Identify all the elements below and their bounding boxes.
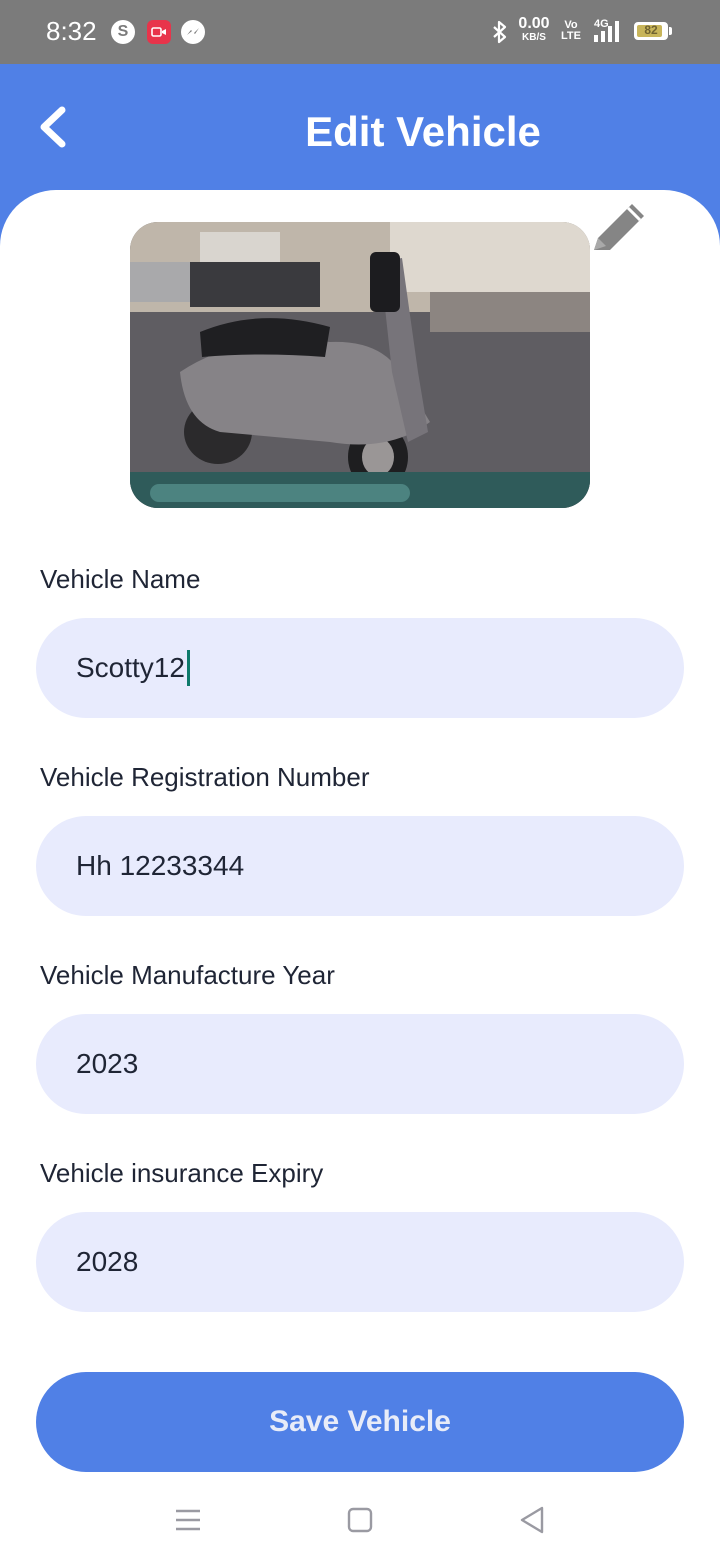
registration-number-label: Vehicle Registration Number [40,762,370,792]
status-time: 8:32 [46,16,97,46]
save-vehicle-button[interactable]: Save Vehicle [36,1372,684,1472]
page-title: Edit Vehicle [305,108,541,155]
text-cursor [187,650,190,686]
signal-icon: 4G [592,18,628,49]
vehicle-photo-image [130,222,590,508]
pencil-icon [594,204,644,250]
network-speed-unit: KB/S [522,32,546,43]
vehicle-name-input[interactable] [36,618,684,718]
network-type: 4G [594,18,609,30]
insurance-expiry-label: Vehicle insurance Expiry [40,1158,324,1188]
status-bar: 8:32 S 0.00 KB/S Vo LTE 4G 82 [0,0,720,64]
battery-level: 82 [644,23,658,37]
network-speed: 0.00 KB/S [516,16,552,43]
skype-icon: S [111,20,135,44]
screen-recorder-icon [147,20,171,44]
registration-number-input[interactable] [36,816,684,916]
manufacture-year-label: Vehicle Manufacture Year [40,960,335,990]
insurance-expiry-input[interactable] [36,1212,684,1312]
vehicle-name-label: Vehicle Name [40,564,201,594]
menu-icon[interactable] [168,1500,208,1540]
battery-nub [669,27,672,35]
bluetooth-icon [490,20,510,49]
vehicle-photo[interactable] [130,222,590,508]
manufacture-year-input[interactable] [36,1014,684,1114]
volte-bottom: LTE [561,30,581,42]
volte-indicator: Vo LTE [561,20,581,42]
network-speed-value: 0.00 [518,15,550,32]
battery-icon: 82 [634,22,668,40]
edit-photo-button[interactable] [586,198,652,264]
system-nav-bar [0,1488,720,1560]
messenger-icon [181,20,205,44]
back-icon[interactable] [512,1500,552,1540]
home-icon[interactable] [340,1500,380,1540]
